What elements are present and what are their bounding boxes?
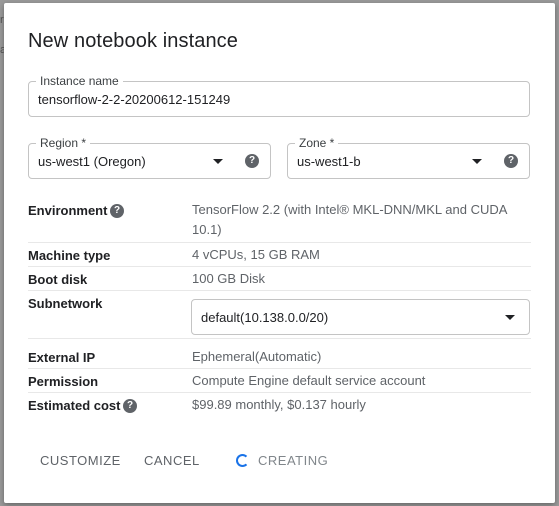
chevron-down-icon[interactable]: [472, 159, 482, 164]
boot-disk-value: 100 GB Disk: [192, 271, 265, 286]
region-select[interactable]: Region * us-west1 (Oregon) ?: [28, 136, 271, 179]
permission-row: Permission Compute Engine default servic…: [28, 369, 531, 393]
machine-type-value: 4 vCPUs, 15 GB RAM: [192, 247, 320, 262]
dialog-title: New notebook instance: [28, 30, 239, 52]
instance-name-label: Instance name: [36, 74, 123, 88]
help-icon[interactable]: ?: [123, 399, 137, 413]
machine-type-row: Machine type 4 vCPUs, 15 GB RAM: [28, 243, 531, 267]
external-ip-label: External IP: [28, 350, 96, 365]
region-value: us-west1 (Oregon): [38, 154, 146, 169]
environment-row: Environment ? TensorFlow 2.2 (with Intel…: [28, 200, 531, 243]
external-ip-row: External IP Ephemeral(Automatic): [28, 345, 531, 369]
boot-disk-label: Boot disk: [28, 272, 88, 287]
cancel-button[interactable]: CANCEL: [144, 453, 200, 468]
region-label: Region *: [36, 136, 91, 150]
permission-value: Compute Engine default service account: [192, 373, 426, 388]
subnetwork-value: default(10.138.0.0/20): [201, 310, 329, 325]
estimated-cost-label: Estimated cost: [28, 398, 121, 413]
zone-label: Zone *: [295, 136, 339, 150]
zone-select[interactable]: Zone * us-west1-b ?: [287, 136, 530, 179]
subnetwork-label: Subnetwork: [28, 296, 103, 311]
instance-name-field[interactable]: Instance name tensorflow-2-2-20200612-15…: [28, 74, 530, 117]
estimated-cost-row: Estimated cost ? $99.89 monthly, $0.137 …: [28, 393, 531, 417]
loading-spinner-icon: [236, 454, 249, 467]
help-icon[interactable]: ?: [504, 154, 518, 168]
machine-type-label: Machine type: [28, 248, 111, 263]
boot-disk-row: Boot disk 100 GB Disk: [28, 267, 531, 291]
estimated-cost-value: $99.89 monthly, $0.137 hourly: [192, 397, 366, 412]
help-icon[interactable]: ?: [245, 154, 259, 168]
environment-label: Environment: [28, 203, 108, 218]
instance-name-value: tensorflow-2-2-20200612-151249: [38, 92, 231, 107]
external-ip-value: Ephemeral(Automatic): [192, 349, 322, 364]
creating-button: CREATING: [258, 453, 329, 468]
permission-label: Permission: [28, 374, 99, 389]
customize-button[interactable]: CUSTOMIZE: [40, 453, 121, 468]
chevron-down-icon[interactable]: [213, 159, 223, 164]
help-icon[interactable]: ?: [110, 204, 124, 218]
new-notebook-dialog: New notebook instance Instance name tens…: [4, 3, 555, 503]
environment-value: TensorFlow 2.2 (with Intel® MKL-DNN/MKL …: [192, 202, 507, 237]
subnetwork-select[interactable]: default(10.138.0.0/20): [191, 299, 530, 335]
chevron-down-icon[interactable]: [505, 315, 515, 320]
zone-value: us-west1-b: [297, 154, 361, 169]
